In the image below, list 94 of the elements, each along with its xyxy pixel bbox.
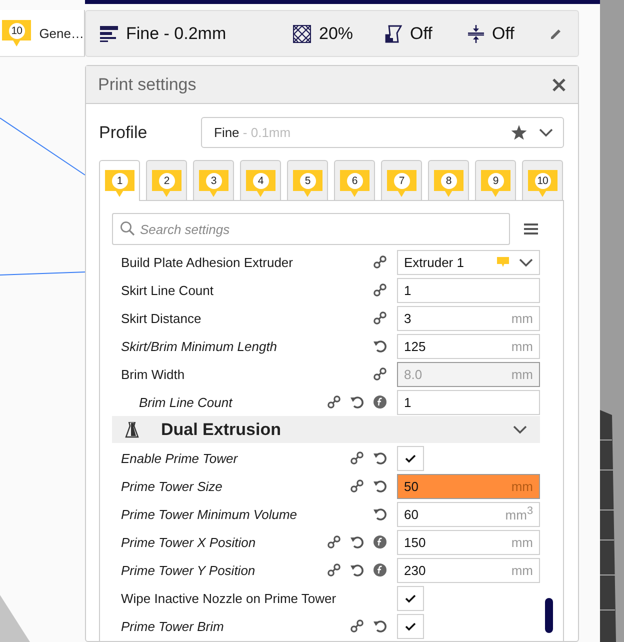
layer-height-icon: [100, 26, 118, 42]
profile-dropdown[interactable]: Fine - 0.1mm: [201, 117, 564, 148]
reset-icon[interactable]: [373, 619, 387, 633]
link-icon[interactable]: [350, 451, 364, 465]
extruder-badge: 1: [104, 170, 134, 197]
setting-label: Brim Line Count: [138, 394, 234, 410]
extruder-tab[interactable]: 4: [240, 160, 281, 200]
setting-label: Skirt Line Count: [120, 282, 214, 298]
number-field[interactable]: 60 mm$^{3}$: [397, 502, 540, 526]
extruder-tab[interactable]: 8: [428, 160, 469, 200]
reset-icon[interactable]: [373, 479, 387, 493]
extruder-badge: 6: [340, 170, 370, 197]
infill-icon: [293, 24, 311, 42]
number-field[interactable]: 125 mm: [397, 334, 540, 358]
extruder-tab[interactable]: 1: [99, 160, 140, 201]
scrollbar-thumb[interactable]: [545, 598, 553, 633]
menu-button[interactable]: [524, 223, 538, 235]
extruder-badge: 4: [246, 170, 276, 197]
extruder-name: Gene…: [39, 26, 84, 40]
setting-label: Prime Tower Size: [120, 478, 224, 494]
search-field[interactable]: Search settings: [112, 213, 510, 245]
setting-label: Build Plate Adhesion Extruder: [120, 254, 294, 270]
setting-label: Skirt Distance: [120, 310, 202, 326]
extruder-tab[interactable]: 10: [522, 160, 563, 200]
setting-label: Skirt/Brim Minimum Length: [120, 338, 278, 354]
setting-label: Prime Tower Minimum Volume: [120, 506, 298, 522]
extruder-tab[interactable]: 2: [146, 160, 187, 200]
extruder-selector[interactable]: 10 Gene…: [0, 10, 85, 57]
number-field[interactable]: 1: [397, 278, 540, 302]
category-header[interactable]: Dual Extrusion: [112, 416, 540, 443]
link-icon[interactable]: [373, 255, 387, 269]
setting-label: Wipe Inactive Nozzle on Prime Tower: [120, 590, 338, 606]
chevron-down-icon[interactable]: [519, 258, 533, 266]
tower-icon: [125, 422, 139, 438]
extruder-badge: 2: [152, 170, 182, 197]
extruder-badge: 8: [434, 170, 464, 197]
link-icon[interactable]: [327, 563, 341, 577]
checkbox[interactable]: [397, 614, 424, 638]
chevron-down-icon[interactable]: [513, 425, 527, 434]
link-icon[interactable]: [350, 479, 364, 493]
extruder-tab[interactable]: 7: [381, 160, 422, 200]
setting-label: Prime Tower Brim: [120, 618, 225, 634]
number-field[interactable]: 3 mm: [397, 306, 540, 330]
chevron-down-icon[interactable]: [539, 128, 553, 137]
extruder-badge: 3: [198, 170, 228, 197]
infill-value: 20%: [319, 24, 354, 44]
link-icon[interactable]: [327, 535, 341, 549]
reset-icon[interactable]: [373, 507, 387, 521]
number-field[interactable]: 230 mm: [397, 558, 540, 582]
extruder-badge: 7: [386, 170, 416, 197]
extruder-tab[interactable]: 5: [287, 160, 328, 200]
reset-icon[interactable]: [373, 339, 387, 353]
extruder-tab[interactable]: 6: [334, 160, 375, 200]
panel-title: Print settings: [98, 74, 196, 94]
print-setup-bar[interactable]: Fine - 0.2mm 20% Off Off: [85, 10, 579, 57]
extruder-tab[interactable]: 3: [193, 160, 234, 200]
support-value: Off: [410, 24, 432, 44]
setting-label: Prime Tower X Position: [120, 534, 257, 550]
extruder-flag-icon: [497, 257, 509, 267]
number-field[interactable]: 50 mm: [397, 474, 540, 498]
support-icon: [385, 24, 402, 42]
number-field[interactable]: 150 mm: [397, 530, 540, 554]
extruder-badge: 9: [480, 170, 510, 197]
link-icon[interactable]: [373, 311, 387, 325]
formula-icon[interactable]: [373, 563, 387, 577]
extruder-dropdown[interactable]: Extruder 1: [397, 250, 540, 274]
setting-label: Enable Prime Tower: [120, 450, 239, 466]
checkbox[interactable]: [397, 586, 424, 610]
check-icon: [405, 594, 416, 602]
setting-label: Brim Width: [120, 366, 186, 382]
pencil-icon[interactable]: [550, 28, 562, 40]
profile-summary: Fine - 0.2mm: [126, 24, 226, 44]
adhesion-icon: [468, 24, 484, 42]
setting-label: Prime Tower Y Position: [120, 562, 256, 578]
link-icon[interactable]: [373, 283, 387, 297]
star-icon[interactable]: [511, 125, 527, 140]
adhesion-value: Off: [492, 24, 514, 44]
extruder-badge: 10: [528, 170, 558, 197]
category-title: Dual Extrusion: [161, 420, 282, 440]
check-icon: [405, 622, 416, 630]
extruder-tab[interactable]: 9: [475, 160, 516, 200]
profile-label: Profile: [99, 122, 148, 142]
checkbox[interactable]: [397, 446, 424, 470]
reset-icon[interactable]: [373, 451, 387, 465]
search-icon: [120, 221, 135, 236]
extruder-badge: 10: [2, 20, 32, 46]
reset-icon[interactable]: [350, 563, 364, 577]
close-button[interactable]: [552, 78, 566, 92]
extruder-badge: 5: [292, 170, 322, 197]
reset-icon[interactable]: [350, 535, 364, 549]
link-icon[interactable]: [350, 619, 364, 633]
check-icon: [405, 454, 416, 462]
build-plate-drawing: [0, 595, 30, 642]
formula-icon[interactable]: [373, 535, 387, 549]
